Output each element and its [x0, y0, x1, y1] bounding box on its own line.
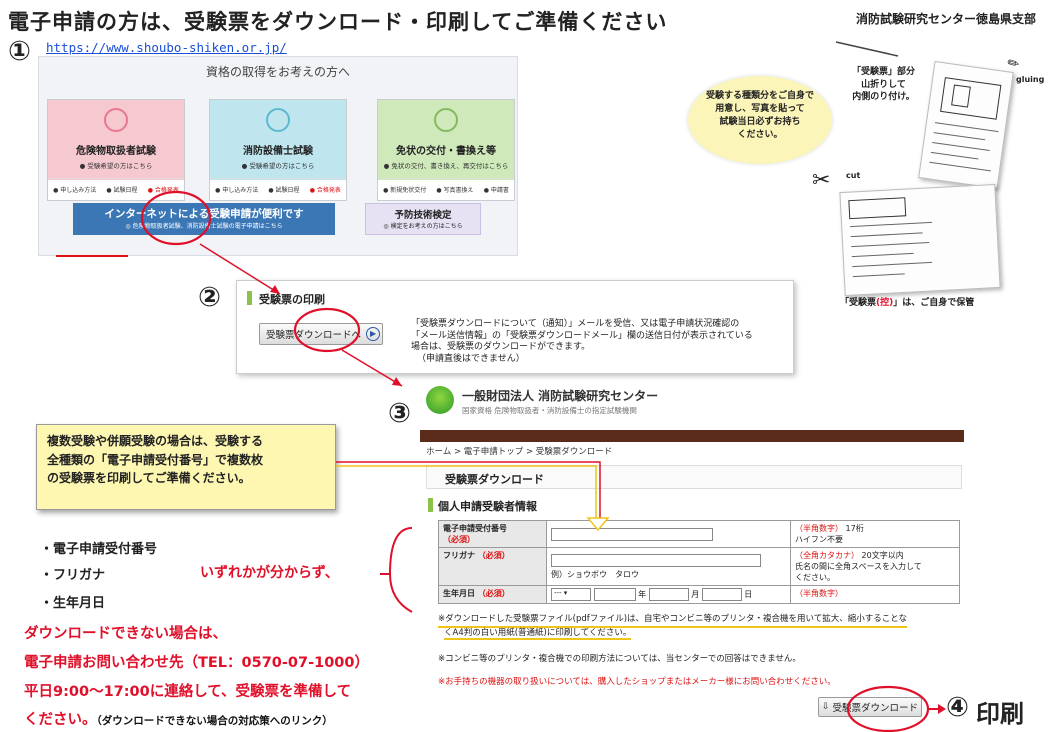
fold-pointer-line	[835, 41, 899, 57]
form-bracket	[388, 527, 413, 613]
annotation-overlay	[140, 41, 946, 732]
yellow-note-connector-red	[336, 461, 601, 520]
yellow-note-connector-yellow	[336, 465, 597, 520]
highlight-oval-internet	[140, 190, 212, 246]
arrow-line-2	[341, 349, 403, 387]
arrow-line-1	[199, 243, 281, 295]
highlight-oval-download	[846, 685, 930, 732]
connector-arrow-head	[586, 517, 610, 532]
highlight-oval-download-page	[293, 307, 361, 353]
arrow-head-4	[938, 704, 946, 714]
